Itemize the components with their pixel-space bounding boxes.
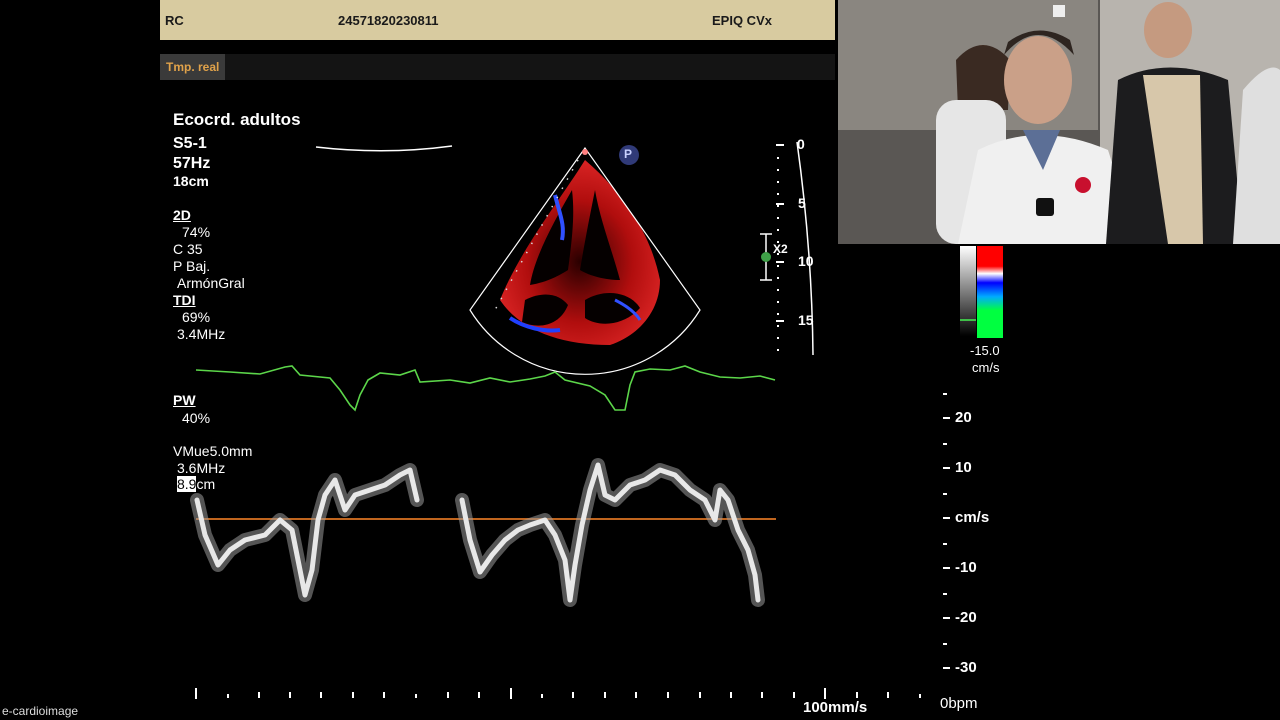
depth-tick-10: 10	[798, 253, 814, 269]
heart-rate-label: 0bpm	[940, 695, 978, 712]
watermark-text: e-cardioimage	[2, 704, 79, 718]
doppler-tick-neg10: -10	[955, 559, 977, 576]
apex-marker	[582, 149, 588, 155]
echo-sector-image	[470, 148, 700, 355]
webcam-scene	[838, 0, 1280, 244]
ecg-trace	[195, 365, 776, 412]
depth-tick-5: 5	[798, 195, 806, 211]
colorbar-unit: cm/s	[972, 360, 1000, 375]
depth-tick-15: 15	[798, 312, 814, 328]
doppler-unit-label: cm/s	[955, 509, 990, 526]
doppler-tick-10: 10	[955, 459, 972, 476]
colorbar-value: -15.0	[970, 343, 1000, 358]
zoom-label: X2	[773, 242, 788, 256]
doppler-tick-20: 20	[955, 409, 972, 426]
depth-tick-0: 0	[797, 136, 805, 152]
doppler-scale-ticks	[943, 393, 950, 669]
doppler-tick-neg30: -30	[955, 659, 977, 676]
time-axis-ticks	[195, 688, 921, 699]
orientation-marker-label: P	[624, 147, 633, 161]
doppler-spectrum	[190, 458, 765, 607]
doppler-tick-neg20: -20	[955, 609, 977, 626]
probe-arc-indicator	[315, 145, 453, 152]
tdi-color-scale	[960, 246, 1003, 338]
webcam-video-overlay	[838, 0, 1280, 244]
sweep-speed-label: 100mm/s	[803, 699, 868, 716]
